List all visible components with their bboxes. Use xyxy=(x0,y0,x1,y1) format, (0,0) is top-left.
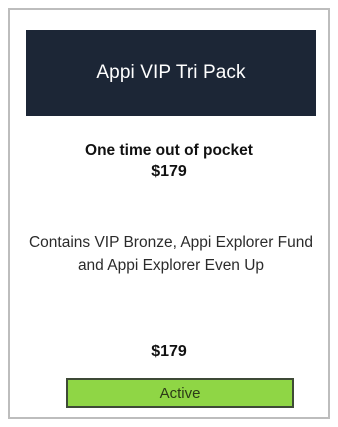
package-card: Appi VIP Tri Pack One time out of pocket… xyxy=(8,8,330,419)
active-status-button[interactable]: Active xyxy=(66,378,294,408)
package-description: Contains VIP Bronze, Appi Explorer Fund … xyxy=(28,234,314,274)
package-price: $179 xyxy=(151,343,187,360)
package-title: Appi VIP Tri Pack xyxy=(96,62,246,83)
out-of-pocket-label: One time out of pocket xyxy=(85,142,253,159)
out-of-pocket-price: $179 xyxy=(151,163,187,180)
card-header: Appi VIP Tri Pack xyxy=(26,30,316,116)
